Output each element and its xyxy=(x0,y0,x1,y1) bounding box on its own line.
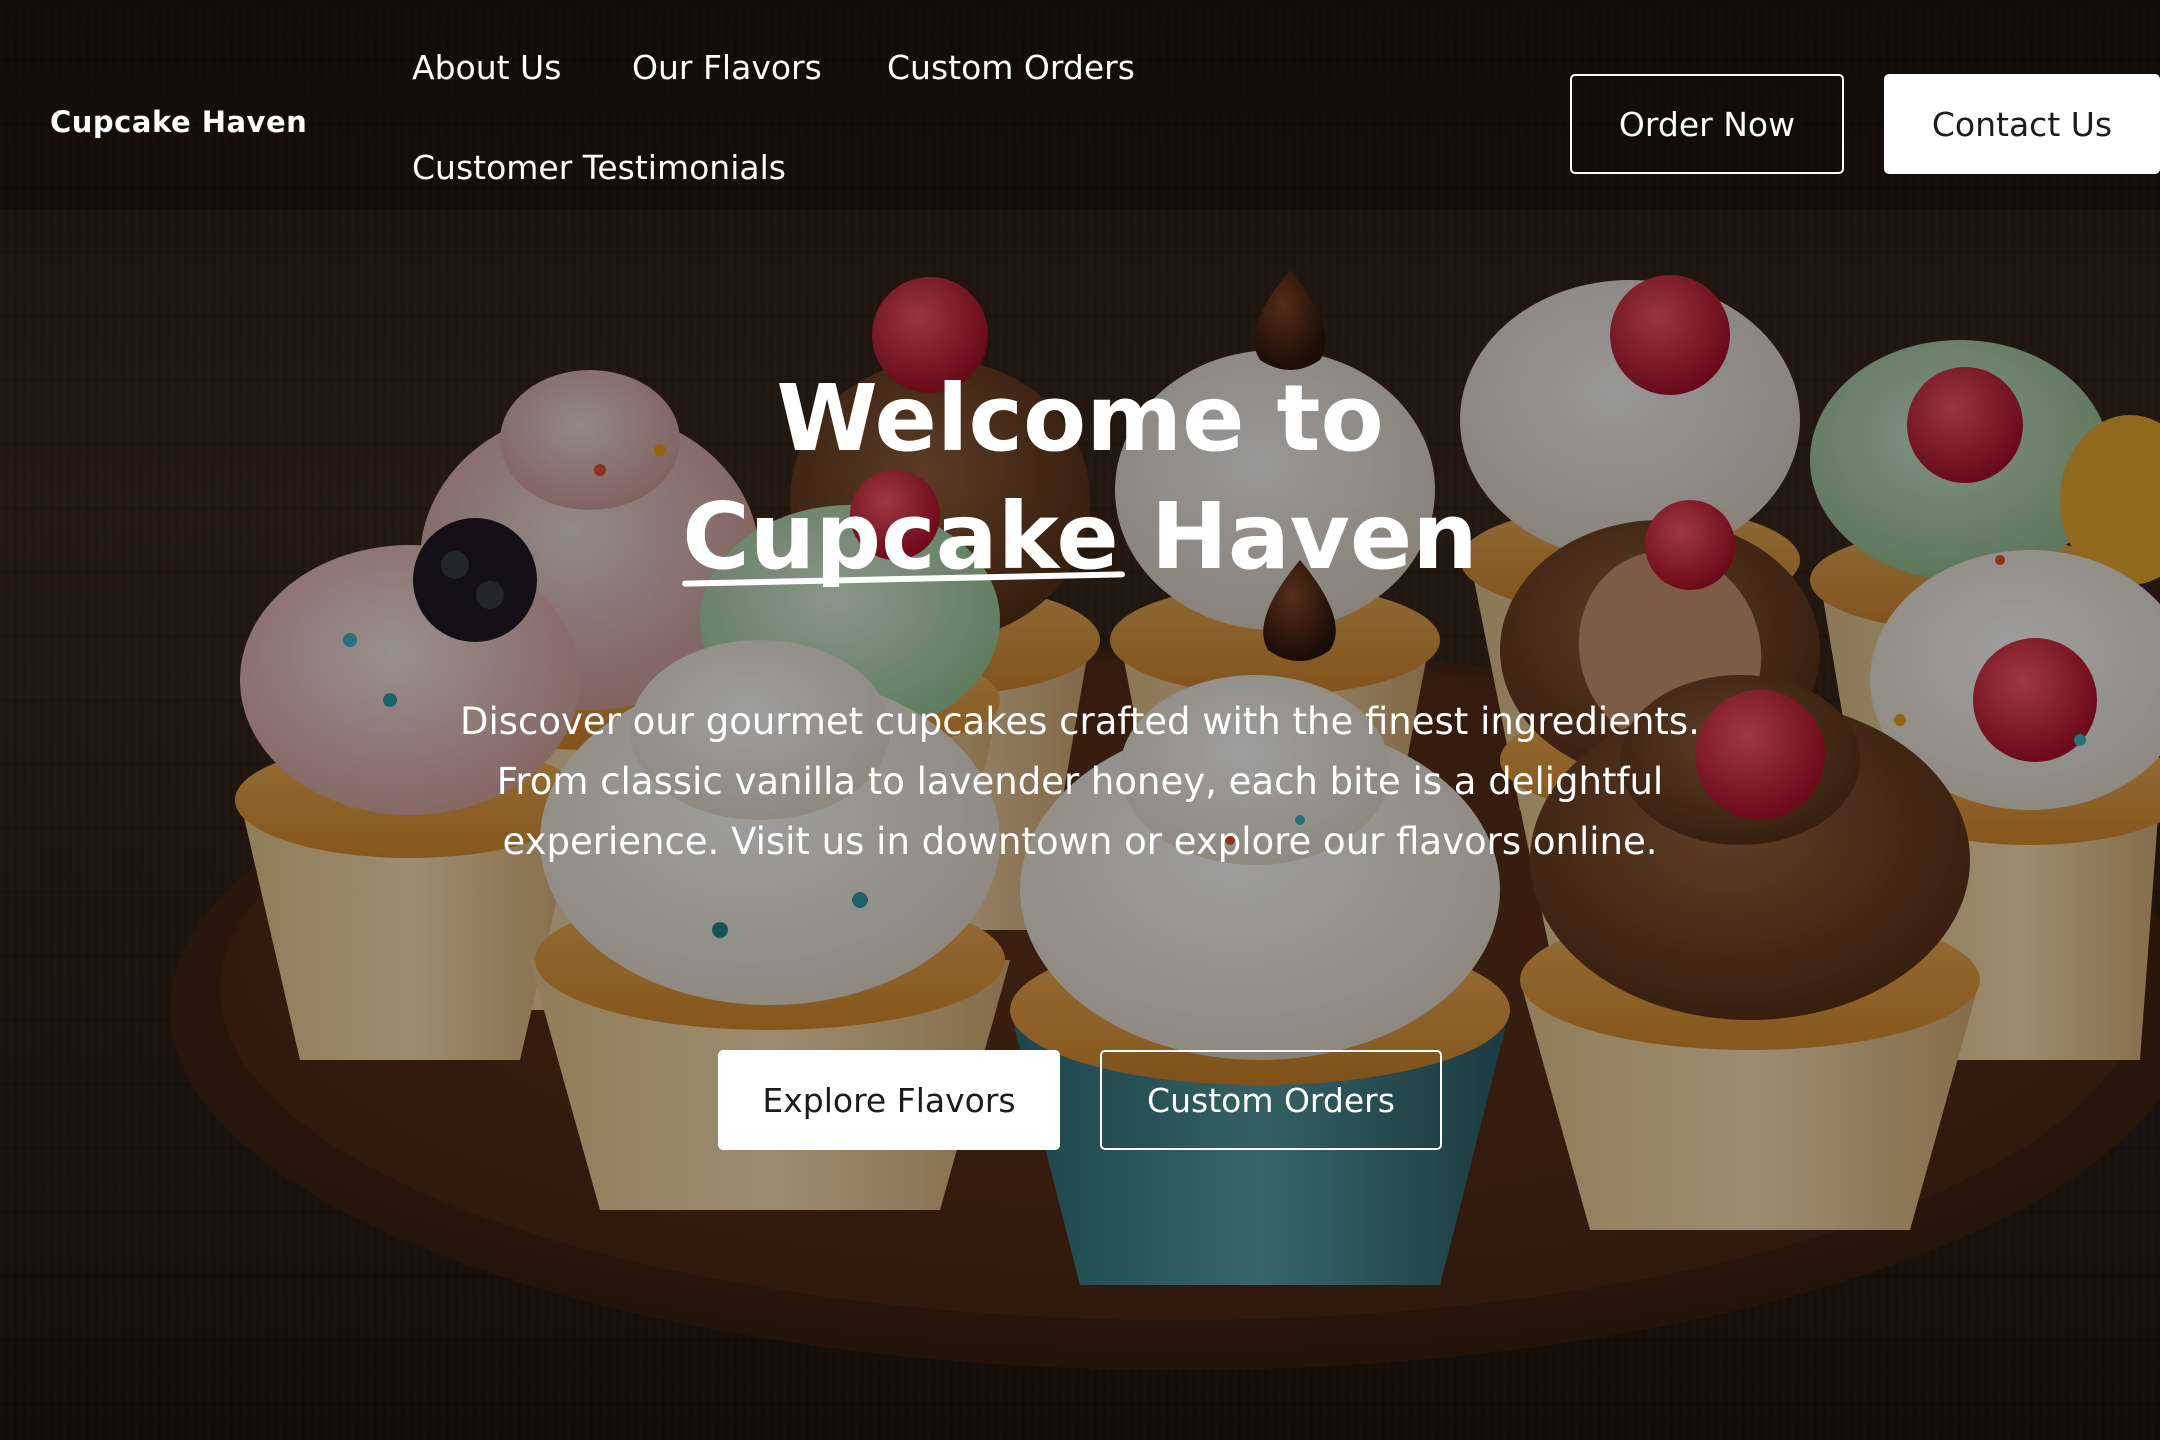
site-header: Cupcake Haven About Us Our Flavors Custo… xyxy=(0,0,2160,210)
hero-subtitle: Discover our gourmet cupcakes crafted wi… xyxy=(460,700,1700,863)
nav-link-our-flavors[interactable]: Our Flavors xyxy=(632,48,822,87)
contact-us-button[interactable]: Contact Us xyxy=(1884,74,2160,174)
custom-orders-button[interactable]: Custom Orders xyxy=(1100,1050,1442,1150)
order-now-button[interactable]: Order Now xyxy=(1570,74,1844,174)
hero-section: Cupcake Haven About Us Our Flavors Custo… xyxy=(0,0,2160,1440)
hero-title: Welcome to Cupcake Haven xyxy=(580,360,1580,596)
hero-title-underlined-word: Cupcake xyxy=(682,478,1119,596)
hero-title-line1: Welcome to xyxy=(776,365,1384,472)
nav-link-about-us[interactable]: About Us xyxy=(412,48,561,87)
brand-logo[interactable]: Cupcake Haven xyxy=(50,105,307,139)
nav-link-customer-testimonials[interactable]: Customer Testimonials xyxy=(412,148,786,187)
nav-link-custom-orders[interactable]: Custom Orders xyxy=(887,48,1135,87)
explore-flavors-button[interactable]: Explore Flavors xyxy=(718,1050,1060,1150)
hero-title-rest: Haven xyxy=(1150,483,1478,590)
